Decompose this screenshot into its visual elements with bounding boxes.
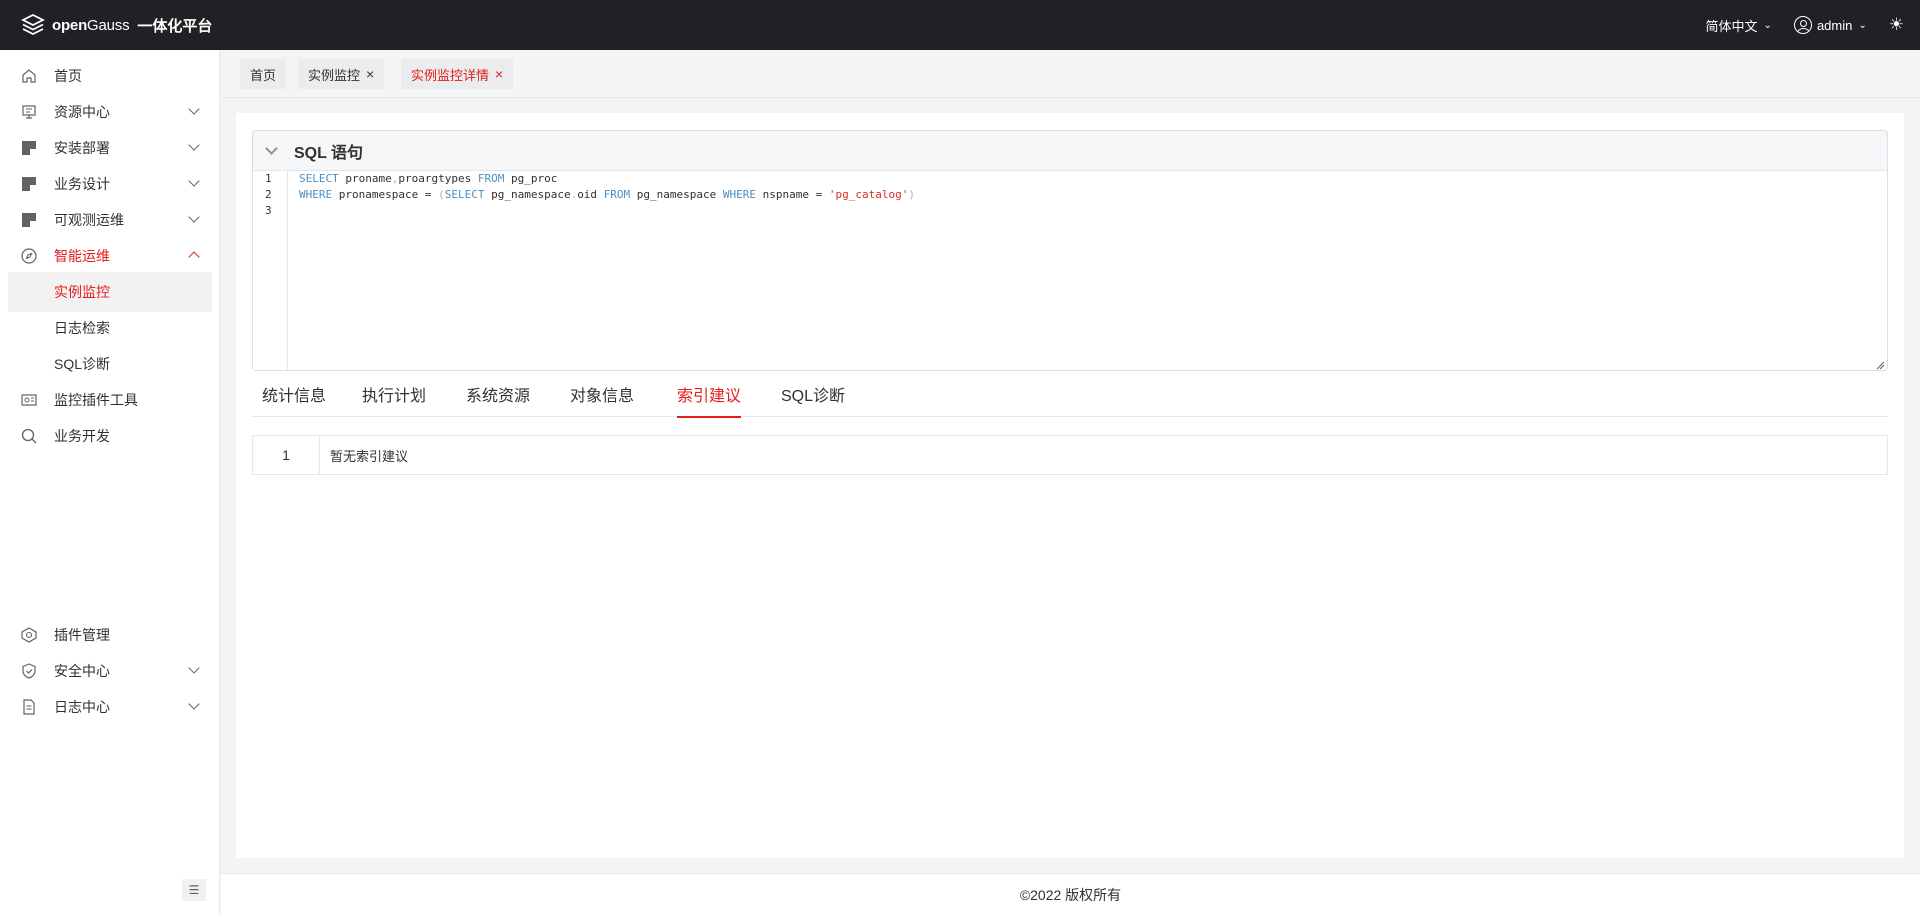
tab-index-advice[interactable]: 索引建议 xyxy=(677,383,742,418)
shield-icon xyxy=(22,663,36,679)
plugin-tool-icon xyxy=(21,394,37,406)
tab-system-resource[interactable]: 系统资源 xyxy=(466,383,530,417)
sidebar-item-label: 安装部署 xyxy=(54,140,110,156)
home-icon xyxy=(22,69,36,83)
chevron-down-icon xyxy=(188,211,200,223)
chevron-down-icon xyxy=(188,139,200,151)
copyright-text: ©2022 版权所有 xyxy=(1019,886,1122,903)
sidebar-item-label: 业务设计 xyxy=(54,176,110,192)
resize-handle-icon[interactable] xyxy=(1875,360,1885,370)
line-number-gutter: 1 2 3 xyxy=(253,171,288,370)
code-lines[interactable]: SELECT proname,proargtypes FROM pg_proc … xyxy=(299,171,915,219)
sidebar-item-plugin-manage[interactable]: 插件管理 xyxy=(8,615,212,655)
chevron-down-icon xyxy=(188,103,200,115)
sidebar-item-label: 可观测运维 xyxy=(54,212,124,228)
tab-sql-diagnosis[interactable]: SQL诊断 xyxy=(781,383,845,417)
close-icon[interactable]: × xyxy=(366,66,374,82)
design-icon xyxy=(22,177,36,191)
chevron-down-icon[interactable] xyxy=(265,142,278,155)
user-icon xyxy=(1793,16,1812,34)
plugin-manage-icon xyxy=(21,627,37,643)
sidebar-item-resource[interactable]: 资源中心 xyxy=(8,92,212,132)
user-name: admin xyxy=(1816,17,1853,33)
sidebar-item-label: 首页 xyxy=(54,68,82,84)
tab-execution-plan[interactable]: 执行计划 xyxy=(362,383,426,417)
sidebar-item-log[interactable]: 日志中心 xyxy=(8,687,212,727)
install-icon xyxy=(22,141,36,155)
sql-editor-panel: SQL 语句 1 2 3 SELECT proname,proargtypes … xyxy=(252,130,1888,371)
opengauss-logo-icon xyxy=(20,13,46,36)
sidebar-subitem-sql-diagnosis[interactable]: SQL诊断 xyxy=(8,344,212,384)
sidebar-item-label: 资源中心 xyxy=(54,104,110,120)
detail-tabs: 统计信息 执行计划 系统资源 对象信息 索引建议 SQL诊断 xyxy=(252,383,1888,418)
platform-name: 一体化平台 xyxy=(137,17,213,35)
tag-label: 首页 xyxy=(250,67,277,83)
search-icon xyxy=(21,428,37,444)
sql-editor-title: SQL 语句 xyxy=(294,144,364,162)
sidebar-item-home[interactable]: 首页 xyxy=(8,56,212,96)
tag-home[interactable]: 首页 xyxy=(240,59,287,89)
tag-bar: 首页 实例监控 × 实例监控详情 × xyxy=(221,50,1920,98)
main-content: SQL 语句 1 2 3 SELECT proname,proargtypes … xyxy=(236,113,1904,858)
code-line: WHERE pronamespace = (SELECT pg_namespac… xyxy=(299,188,915,201)
brand-logo[interactable]: openGauss 一体化平台 xyxy=(20,12,212,38)
language-label: 简体中文 xyxy=(1705,18,1758,34)
language-select[interactable]: 简体中文 ⌄ xyxy=(1706,16,1772,35)
logo-text: openGauss xyxy=(52,16,130,34)
footer: ©2022 版权所有 xyxy=(221,873,1920,915)
menu-fold-icon: ☰ xyxy=(188,883,200,897)
sidebar-subitem-instance-monitor[interactable]: 实例监控 xyxy=(8,272,212,312)
chevron-down-icon xyxy=(188,175,200,187)
tab-object-info[interactable]: 对象信息 xyxy=(570,383,634,417)
sidebar-subitem-log-search[interactable]: 日志检索 xyxy=(8,308,212,348)
sidebar-item-label: 智能运维 xyxy=(54,248,110,264)
index-advice-table: 1 暂无索引建议 xyxy=(252,435,1888,475)
tag-instance-monitor[interactable]: 实例监控 × xyxy=(298,59,385,89)
tag-instance-monitor-detail[interactable]: 实例监控详情 × xyxy=(401,59,514,89)
sidebar-item-observe[interactable]: 可观测运维 xyxy=(8,200,212,240)
table-row-index: 1 xyxy=(253,436,320,474)
close-icon[interactable]: × xyxy=(495,66,503,82)
sidebar-item-smart-ops[interactable]: 智能运维 xyxy=(8,236,212,276)
sql-editor-header[interactable]: SQL 语句 xyxy=(253,131,1887,171)
tag-label: 实例监控详情 xyxy=(411,67,490,83)
log-icon xyxy=(23,699,35,715)
top-bar: openGauss 一体化平台 简体中文 ⌄ admin ⌄ ☀ xyxy=(0,0,1920,50)
chevron-down-icon: ⌄ xyxy=(1858,19,1867,31)
sidebar-item-security[interactable]: 安全中心 xyxy=(8,651,212,691)
chevron-down-icon xyxy=(188,662,200,674)
sidebar-item-label: 安全中心 xyxy=(54,663,110,679)
sidebar-item-install[interactable]: 安装部署 xyxy=(8,128,212,168)
user-menu[interactable]: admin ⌄ xyxy=(1793,16,1867,34)
chevron-down-icon: ⌄ xyxy=(1763,19,1772,31)
tab-statistics[interactable]: 统计信息 xyxy=(262,383,326,417)
sidebar-item-label: 业务开发 xyxy=(54,428,110,444)
sidebar-item-label: 监控插件工具 xyxy=(54,392,138,408)
sidebar: 首页 资源中心 安装部署 业务设计 可观测运维 智能运维 实例监控 日志检索 S… xyxy=(0,50,220,915)
code-line: SELECT proname,proargtypes FROM pg_proc xyxy=(299,172,558,185)
theme-toggle-icon[interactable]: ☀ xyxy=(1889,15,1904,35)
line-number: 2 xyxy=(265,188,272,201)
resource-icon xyxy=(22,105,36,119)
sidebar-item-label: 日志中心 xyxy=(54,699,110,715)
line-number: 3 xyxy=(265,204,272,217)
observe-icon xyxy=(22,213,36,227)
sql-code-editor[interactable]: 1 2 3 SELECT proname,proargtypes FROM pg… xyxy=(253,171,1887,370)
chevron-up-icon xyxy=(188,251,200,263)
sidebar-item-design[interactable]: 业务设计 xyxy=(8,164,212,204)
line-number: 1 xyxy=(265,172,272,185)
sidebar-item-dev[interactable]: 业务开发 xyxy=(8,416,212,456)
empty-message: 暂无索引建议 xyxy=(330,448,409,464)
sidebar-item-label: 插件管理 xyxy=(54,627,110,643)
sidebar-item-plugin-tool[interactable]: 监控插件工具 xyxy=(8,380,212,420)
tag-label: 实例监控 xyxy=(308,67,361,83)
sidebar-collapse-button[interactable]: ☰ xyxy=(182,879,206,901)
compass-icon xyxy=(21,248,37,264)
chevron-down-icon xyxy=(188,698,200,710)
